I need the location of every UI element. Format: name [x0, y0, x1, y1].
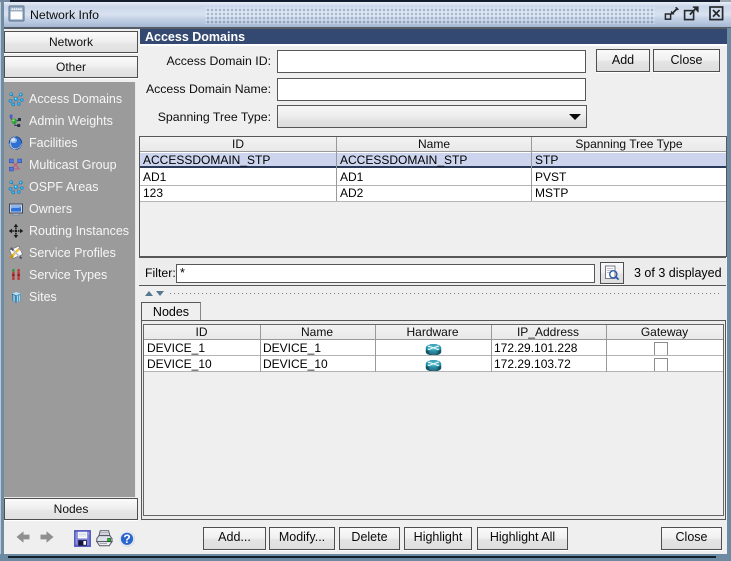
svg-text:?: ?: [123, 532, 130, 546]
